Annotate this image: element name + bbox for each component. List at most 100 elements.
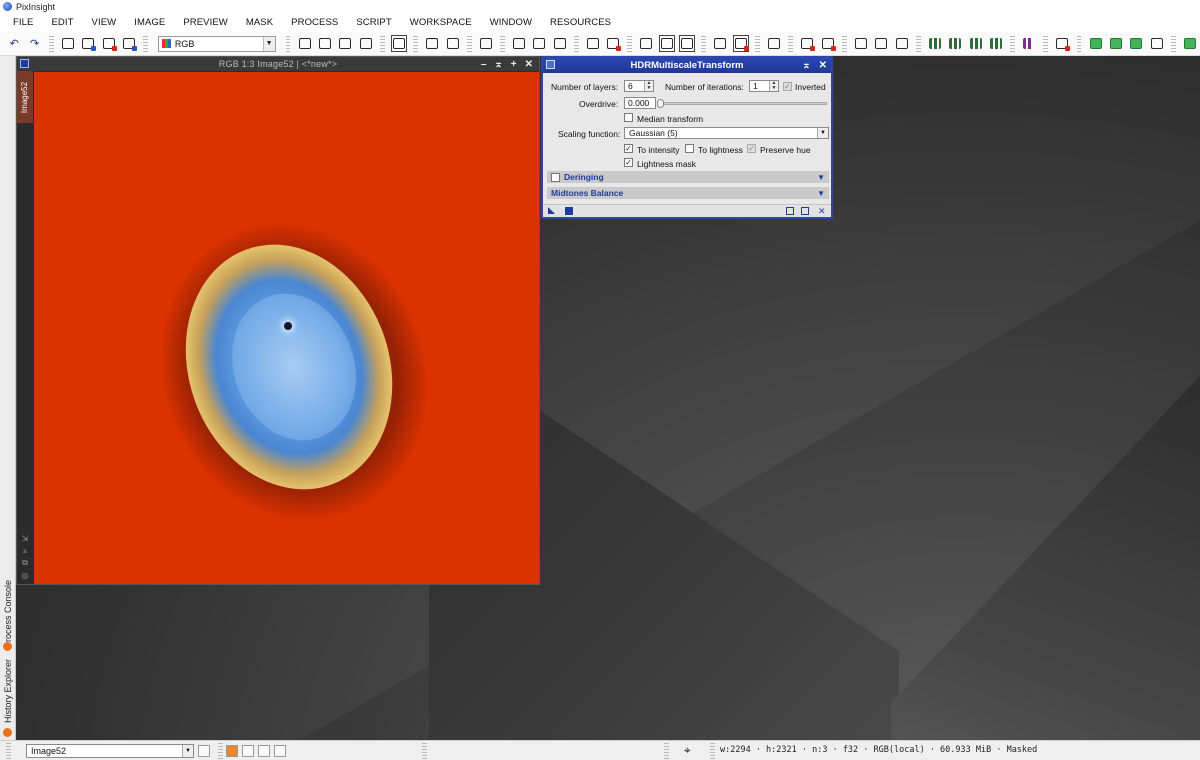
monitor-red-icon[interactable]	[799, 35, 816, 52]
scaling-function-select[interactable]: Gaussian (5) ▼	[624, 127, 829, 139]
menu-mask[interactable]: MASK	[239, 17, 280, 28]
image-identifier-tab[interactable]: Image52	[17, 71, 33, 123]
toolbar-grip[interactable]	[1043, 35, 1049, 52]
section-deringing[interactable]: Deringing ▼	[547, 171, 829, 183]
monitor-green-icon[interactable]	[853, 35, 869, 52]
shade-side-icon[interactable]: ⌅	[22, 546, 29, 555]
num-layers-spinbox[interactable]: 6 ▲ ▼	[624, 80, 654, 92]
menu-preview[interactable]: PREVIEW	[176, 17, 235, 28]
menu-script[interactable]: SCRIPT	[349, 17, 398, 28]
mask-icon[interactable]	[585, 35, 601, 52]
tab-process-console[interactable]: Process Console	[0, 576, 16, 652]
enable-mask-icon[interactable]	[658, 35, 676, 52]
minimize-icon[interactable]: –	[481, 59, 487, 70]
toolbar-grip[interactable]	[499, 35, 505, 52]
grid-4-icon[interactable]	[988, 35, 1004, 52]
statusbar-grip[interactable]	[664, 743, 669, 759]
settings-side-icon[interactable]: ◎	[22, 571, 29, 580]
toolbar-grip[interactable]	[285, 35, 291, 52]
toggle-orange-icon[interactable]	[226, 745, 238, 757]
statusbar-grip[interactable]	[710, 743, 715, 759]
zoom-fit-side-icon[interactable]: ⇲	[22, 534, 29, 543]
open-image-icon[interactable]	[100, 35, 117, 52]
menu-resources[interactable]: RESOURCES	[543, 17, 618, 28]
toolbar-grip[interactable]	[755, 35, 760, 52]
spin-arrows-icon[interactable]: ▲ ▼	[644, 81, 653, 91]
process-menu-icon[interactable]	[546, 60, 555, 69]
view-select[interactable]: Image52 ▼	[26, 744, 194, 758]
grid-red-icon[interactable]	[1054, 35, 1071, 52]
cube-red-icon[interactable]	[1182, 35, 1198, 52]
toolbar-grip[interactable]	[915, 35, 921, 52]
new-image-icon[interactable]	[80, 35, 97, 52]
close-icon[interactable]: ✕	[819, 60, 827, 71]
statusbar-grip[interactable]	[6, 743, 11, 759]
inverted-checkbox[interactable]: ✓	[783, 82, 792, 91]
menu-file[interactable]: FILE	[6, 17, 40, 28]
spin-arrows-icon[interactable]: ▲ ▼	[769, 81, 778, 91]
lightness-mask-checkbox[interactable]: ✓	[624, 158, 633, 167]
maximize-icon[interactable]: +	[511, 59, 517, 70]
toolbar-grip[interactable]	[841, 35, 847, 52]
tab-history-explorer[interactable]: History Explorer	[0, 656, 16, 726]
toggle-2-icon[interactable]	[242, 745, 254, 757]
close-icon[interactable]: ✕	[525, 59, 533, 70]
section-midtones-balance[interactable]: Midtones Balance ▼	[547, 187, 829, 199]
browse-docs-icon[interactable]	[801, 207, 809, 215]
toolbar-grip[interactable]	[466, 35, 472, 52]
image-info-icon[interactable]	[60, 35, 76, 52]
grid-2-icon[interactable]	[947, 35, 963, 52]
monitor-blue-icon[interactable]	[873, 35, 889, 52]
to-lightness-checkbox[interactable]	[685, 144, 694, 153]
menu-workspace[interactable]: WORKSPACE	[403, 17, 479, 28]
toolbar-grip[interactable]	[1076, 35, 1082, 52]
shade-icon[interactable]: ⌅	[494, 59, 502, 70]
preserve-hue-checkbox[interactable]: ✓	[747, 144, 756, 153]
median-transform-checkbox[interactable]	[624, 113, 633, 122]
menu-image[interactable]: IMAGE	[127, 17, 172, 28]
real-time-preview-icon[interactable]	[786, 207, 794, 215]
crosshair-icon[interactable]: ⌖	[684, 743, 691, 758]
menu-edit[interactable]: EDIT	[44, 17, 80, 28]
statusbar-grip[interactable]	[218, 743, 223, 759]
num-iterations-spinbox[interactable]: 1 ▲ ▼	[749, 80, 779, 92]
slider-handle[interactable]	[657, 99, 664, 108]
shade-icon[interactable]: ⌅	[802, 60, 810, 71]
channel-select[interactable]: RGB ▼	[157, 35, 276, 52]
redo-icon[interactable]: ↷	[26, 35, 42, 52]
apply-global-icon[interactable]	[565, 207, 573, 215]
store-preview-icon[interactable]	[551, 35, 567, 52]
deringing-checkbox[interactable]	[551, 172, 560, 182]
zoom-one-icon[interactable]	[358, 35, 374, 52]
edit-preview-icon[interactable]	[511, 35, 527, 52]
window-menu-icon[interactable]	[20, 59, 29, 68]
monitor-red2-icon[interactable]	[820, 35, 836, 52]
image-canvas[interactable]	[34, 72, 539, 584]
cube-2-icon[interactable]	[1108, 35, 1124, 52]
expand-icon[interactable]: ▼	[817, 173, 825, 182]
toolbar-grip[interactable]	[413, 35, 418, 52]
toolbar-grip[interactable]	[627, 35, 633, 52]
save-image-icon[interactable]	[121, 35, 137, 52]
remove-mask-icon[interactable]	[605, 35, 622, 52]
toolbar-grip[interactable]	[48, 35, 54, 52]
cube-icon[interactable]	[1087, 35, 1103, 52]
statusbar-grip[interactable]	[422, 743, 427, 759]
invert-mask-icon[interactable]	[679, 35, 696, 52]
menu-window[interactable]: WINDOW	[483, 17, 539, 28]
toolbar-grip[interactable]	[143, 35, 148, 52]
toggle-4-icon[interactable]	[274, 745, 286, 757]
image-window[interactable]: RGB 1:3 Image52 | <*new*> – ⌅ + ✕ Image5…	[16, 56, 540, 585]
process-title-bar[interactable]: HDRMultiscaleTransform ⌅ ✕	[543, 58, 831, 73]
delete-preview-icon[interactable]	[531, 35, 547, 52]
cube-outline-icon[interactable]	[1148, 35, 1164, 52]
menu-view[interactable]: VIEW	[85, 17, 124, 28]
grid-icon[interactable]	[927, 35, 943, 52]
to-intensity-checkbox[interactable]: ✓	[624, 144, 633, 153]
stf-enable-icon[interactable]	[732, 35, 750, 52]
toolbar-grip[interactable]	[573, 35, 579, 52]
process-window[interactable]: HDRMultiscaleTransform ⌅ ✕ Number of lay…	[541, 56, 833, 219]
link-side-icon[interactable]: ⧉	[22, 558, 28, 568]
cube-3-icon[interactable]	[1128, 35, 1144, 52]
zoom-in-icon[interactable]	[296, 35, 312, 52]
